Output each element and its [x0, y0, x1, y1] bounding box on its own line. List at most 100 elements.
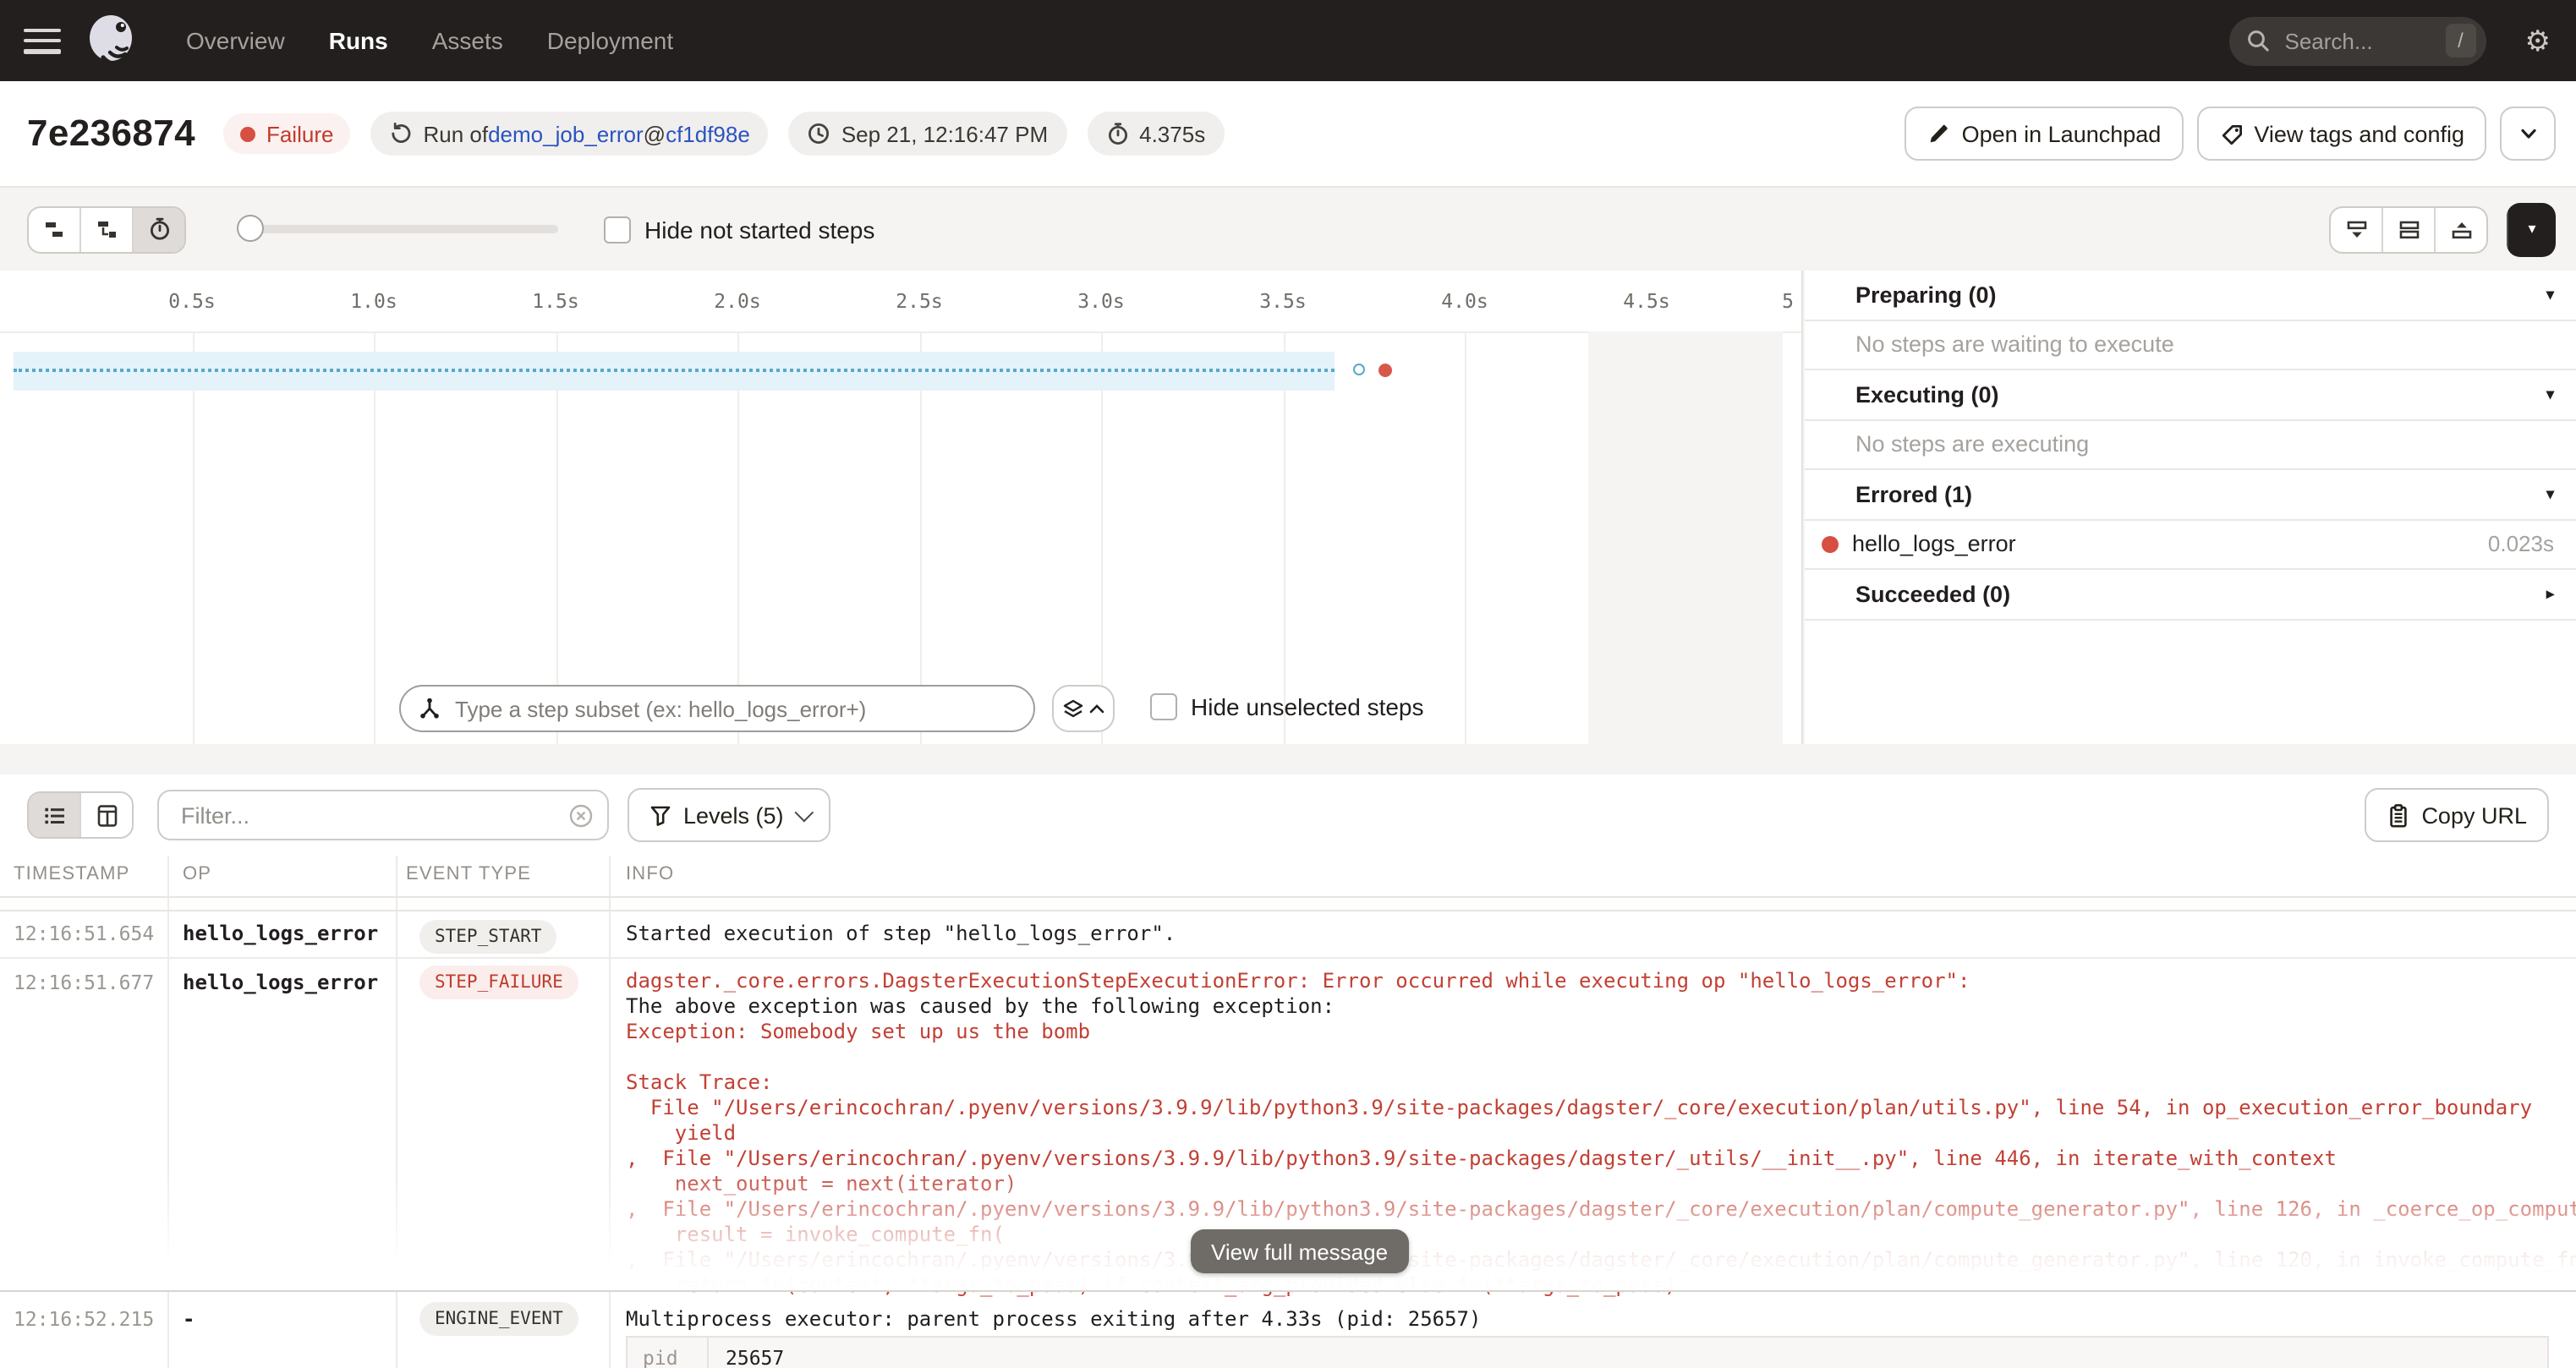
gantt-chart: 0.5s 1.0s 1.5s 2.0s 2.5s 3.0s 3.5s 4.0s … — [0, 271, 1803, 744]
log-table-header: TIMESTAMP OP EVENT TYPE INFO — [0, 856, 2576, 896]
col-header-timestamp: TIMESTAMP — [14, 864, 130, 884]
failure-dot-icon — [241, 126, 256, 141]
errored-step-row[interactable]: hello_logs_error 0.023s — [1805, 520, 2576, 570]
nav-link-assets[interactable]: Assets — [432, 27, 503, 54]
gantt-zoom-slider[interactable] — [237, 215, 558, 244]
metadata-key: pid — [628, 1338, 709, 1368]
section-errored[interactable]: Errored (1) ▾ — [1805, 470, 2576, 520]
gantt-step-start-marker[interactable] — [1353, 364, 1365, 375]
nav-links: Overview Runs Assets Deployment — [186, 27, 673, 54]
clipboard-icon — [2386, 802, 2409, 828]
gantt-step-waiting-line — [14, 369, 1335, 372]
gantt-view-mode-toggle — [27, 205, 186, 253]
clear-filter-icon[interactable] — [568, 803, 594, 829]
step-subset-input[interactable] — [452, 694, 1017, 723]
pencil-icon — [1927, 122, 1950, 145]
event-type-badge: STEP_START — [419, 920, 556, 954]
metadata-value: 25657 — [709, 1346, 784, 1368]
reexecute-menu-caret[interactable]: ▾ — [2507, 202, 2556, 256]
gantt-toolbar: Hide not started steps Re-execute all (*… — [0, 188, 2576, 271]
timed-view-icon[interactable] — [132, 207, 184, 251]
open-launchpad-button[interactable]: Open in Launchpad — [1905, 107, 2184, 161]
col-header-op: OP — [183, 864, 211, 884]
levels-filter-button[interactable]: Levels (5) — [628, 788, 831, 842]
hide-not-started-checkbox[interactable]: Hide not started steps — [604, 216, 874, 243]
clock-icon — [808, 122, 831, 145]
log-timestamp: 12:16:52.215 — [14, 1307, 154, 1331]
step-subset-row: Hide unselected steps — [0, 685, 1803, 732]
run-header: 7e236874 Failure Run of demo_job_error @… — [0, 81, 2576, 188]
hide-not-started-checkbox-input[interactable] — [604, 216, 631, 243]
list-view-icon[interactable] — [29, 793, 79, 837]
log-filter-field[interactable] — [157, 790, 609, 840]
hide-unselected-checkbox[interactable]: Hide unselected steps — [1150, 693, 1424, 720]
dock-top-icon[interactable] — [2434, 207, 2486, 251]
nav-link-runs[interactable]: Runs — [329, 27, 388, 54]
nav-link-overview[interactable]: Overview — [186, 27, 285, 54]
dagster-run-page: Overview Runs Assets Deployment / ⚙ 7e23… — [0, 0, 2576, 1368]
log-toolbar: Levels (5) Copy URL — [0, 774, 2576, 856]
structured-view-icon[interactable] — [79, 793, 132, 837]
status-badge: Failure — [224, 113, 351, 154]
caret-down-icon: ▾ — [2546, 286, 2554, 304]
commit-link[interactable]: cf1df98e — [666, 121, 750, 146]
run-of-pill: Run of demo_job_error @ cf1df98e — [370, 112, 768, 156]
hide-unselected-checkbox-input[interactable] — [1150, 693, 1177, 720]
log-row-engine-event[interactable]: 12:16:52.215 - ENGINE_EVENT Multiprocess… — [0, 1290, 2576, 1368]
split-panels-icon[interactable] — [2381, 207, 2434, 251]
caret-right-icon: ▸ — [2546, 585, 2554, 604]
view-tags-config-button[interactable]: View tags and config — [2196, 107, 2486, 161]
job-link[interactable]: demo_job_error — [488, 121, 644, 146]
step-subset-field[interactable] — [399, 685, 1035, 732]
caret-down-icon: ▾ — [2546, 485, 2554, 504]
log-filter-input[interactable] — [178, 801, 548, 829]
timestamp-pill: Sep 21, 12:16:47 PM — [789, 112, 1066, 156]
flat-view-icon[interactable] — [29, 207, 79, 251]
chevron-down-icon — [795, 803, 814, 823]
gantt-step-failure-marker[interactable] — [1378, 364, 1392, 377]
log-row-step-start[interactable]: 12:16:51.654 hello_logs_error STEP_START… — [0, 910, 2576, 959]
history-icon — [389, 122, 413, 145]
slider-knob[interactable] — [237, 215, 264, 242]
log-timestamp: 12:16:51.654 — [14, 922, 154, 945]
reexecute-split-button: Re-execute all (*) ▾ — [2507, 202, 2556, 256]
run-main-area: 0.5s 1.0s 1.5s 2.0s 2.5s 3.0s 3.5s 4.0s … — [0, 271, 2576, 744]
gear-icon[interactable]: ⚙ — [2525, 26, 2551, 55]
preparing-empty-message: No steps are waiting to execute — [1805, 320, 2576, 370]
global-search[interactable]: / — [2229, 16, 2486, 65]
chevron-down-icon — [2516, 122, 2540, 145]
log-info: Started execution of step "hello_logs_er… — [626, 922, 2549, 945]
search-icon — [2246, 29, 2270, 52]
section-executing[interactable]: Executing (0) ▾ — [1805, 370, 2576, 420]
axis-tick: 2.0s — [714, 289, 760, 313]
dock-bottom-icon[interactable] — [2331, 207, 2381, 251]
dagster-logo-icon[interactable] — [83, 12, 140, 69]
event-type-badge: STEP_FAILURE — [419, 966, 578, 999]
log-info: Multiprocess executor: parent process ex… — [626, 1307, 2549, 1331]
run-actions-menu-button[interactable] — [2500, 107, 2556, 161]
error-message-block: dagster._core.errors.DagsterExecutionSte… — [626, 969, 2549, 1299]
graph-query-toggle-button[interactable] — [1052, 685, 1115, 732]
log-op: hello_logs_error — [183, 922, 378, 945]
menu-icon[interactable] — [24, 28, 61, 53]
copy-url-button[interactable]: Copy URL — [2364, 788, 2549, 842]
waterfall-view-icon[interactable] — [79, 207, 132, 251]
step-status-panel: Preparing (0) ▾ No steps are waiting to … — [1805, 271, 2576, 744]
duration-pill: 4.375s — [1087, 112, 1224, 156]
axis-tick: 3.5s — [1259, 289, 1306, 313]
axis-tick: 1.0s — [350, 289, 397, 313]
stopwatch-icon — [1105, 122, 1129, 145]
view-full-message-button[interactable]: View full message — [1191, 1229, 1408, 1273]
axis-tick: 2.5s — [896, 289, 942, 313]
section-succeeded[interactable]: Succeeded (0) ▸ — [1805, 570, 2576, 620]
axis-tick: 5 — [1782, 289, 1794, 313]
axis-tick: 1.5s — [532, 289, 578, 313]
step-duration: 0.023s — [2488, 532, 2554, 557]
tag-icon — [2218, 122, 2242, 145]
log-section: Levels (5) Copy URL TIMESTAMP OP EVENT T… — [0, 774, 2576, 1368]
top-nav: Overview Runs Assets Deployment / ⚙ — [0, 0, 2576, 81]
section-preparing[interactable]: Preparing (0) ▾ — [1805, 271, 2576, 320]
search-input[interactable] — [2282, 26, 2444, 55]
axis-tick: 4.0s — [1441, 289, 1488, 313]
nav-link-deployment[interactable]: Deployment — [547, 27, 673, 54]
